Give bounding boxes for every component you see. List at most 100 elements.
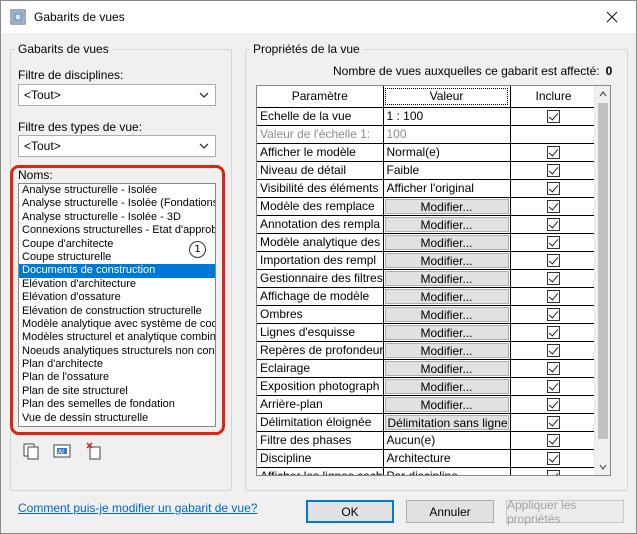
duplicate-icon[interactable] <box>22 442 40 460</box>
delete-icon[interactable] <box>85 442 103 460</box>
edit-button[interactable]: Modifier... <box>384 324 509 340</box>
include-checkbox[interactable] <box>547 146 560 160</box>
parameter-cell: Valeur de l'échelle 1: <box>257 125 384 144</box>
property-row[interactable]: Modèle analytique des Modifier... <box>257 233 598 252</box>
column-header-include[interactable]: Inclure <box>510 86 598 108</box>
property-row[interactable]: Niveau de détail Faible <box>257 161 598 180</box>
column-header-value[interactable]: Valeur <box>383 86 511 108</box>
template-list-item[interactable]: Documents de construction <box>19 264 215 278</box>
cancel-button[interactable]: Annuler <box>406 500 494 523</box>
property-row[interactable]: Afficher le modèle Normal(e) <box>257 143 598 162</box>
include-cell <box>510 305 598 324</box>
template-list-item[interactable]: Plan d'architecte <box>19 358 215 371</box>
include-checkbox[interactable] <box>547 164 560 178</box>
include-checkbox[interactable] <box>547 272 560 286</box>
edit-button[interactable]: Modifier... <box>384 234 509 250</box>
property-row[interactable]: Annotation des rempla Modifier... <box>257 215 598 234</box>
property-row[interactable]: Arrière-plan Modifier... <box>257 395 598 414</box>
include-checkbox[interactable] <box>547 254 560 268</box>
include-checkbox[interactable] <box>547 218 560 232</box>
include-checkbox[interactable] <box>547 344 560 358</box>
discipline-filter-dropdown[interactable]: <Tout> <box>18 84 216 106</box>
property-row[interactable]: Gestionnaire des filtres Modifier... <box>257 269 598 288</box>
edit-button[interactable]: Délimitation sans ligne <box>384 414 509 430</box>
edit-button[interactable]: Modifier... <box>384 198 509 214</box>
include-checkbox[interactable] <box>547 326 560 340</box>
property-row[interactable]: Eclairage Modifier... <box>257 359 598 378</box>
view-type-filter-dropdown[interactable]: <Tout> <box>18 135 216 157</box>
include-checkbox[interactable] <box>547 236 560 250</box>
include-checkbox[interactable] <box>547 398 560 412</box>
include-cell <box>510 341 598 360</box>
rename-icon[interactable]: AI <box>53 442 71 460</box>
template-list-item[interactable]: Coupe d'architecte <box>19 238 215 251</box>
edit-button[interactable]: Modifier... <box>384 252 509 268</box>
property-row[interactable]: Visibilité des éléments Afficher l'origin… <box>257 179 598 198</box>
include-checkbox[interactable] <box>547 362 560 376</box>
edit-button[interactable]: Modifier... <box>384 396 509 412</box>
template-list-item[interactable]: Elévation d'architecture <box>19 278 215 291</box>
property-row[interactable]: Lignes d'esquisse Modifier... <box>257 323 598 342</box>
property-row[interactable]: Discipline Architecture <box>257 449 598 468</box>
close-button[interactable] <box>592 1 632 33</box>
property-row[interactable]: Echelle de la vue 1 : 100 <box>257 107 598 126</box>
include-checkbox[interactable] <box>547 416 560 430</box>
template-list-item[interactable]: Plan de l'ossature <box>19 371 215 384</box>
template-list-item[interactable]: Plan des semelles de fondation <box>19 398 215 411</box>
edit-button[interactable]: Modifier... <box>384 342 509 358</box>
include-cell <box>510 431 598 450</box>
template-list-item[interactable]: Analyse structurelle - Isolée (Fondation… <box>19 197 215 210</box>
edit-button[interactable]: Modifier... <box>384 360 509 376</box>
template-list-item[interactable]: Modèle analytique avec système de coo <box>19 318 215 331</box>
include-checkbox[interactable] <box>547 182 560 196</box>
property-row[interactable]: Repères de profondeur Modifier... <box>257 341 598 360</box>
svg-text:AI: AI <box>58 449 64 456</box>
property-row[interactable]: Afficher les lignes cach Par discipline <box>257 467 598 475</box>
help-link[interactable]: Comment puis-je modifier un gabarit de v… <box>18 501 257 515</box>
template-list-item[interactable]: Noeuds analytiques structurels non conr <box>19 345 215 358</box>
template-list-item[interactable]: Analyse structurelle - Isolée - 3D <box>19 211 215 224</box>
template-names-list[interactable]: Analyse structurelle - Isolée Analyse str… <box>18 183 216 427</box>
column-header-parameter[interactable]: Paramètre <box>257 86 384 108</box>
value-cell: Modifier... <box>383 359 511 378</box>
property-row[interactable]: Modèle des remplace Modifier... <box>257 197 598 216</box>
property-row[interactable]: Délimitation éloignée Délimitation sans l… <box>257 413 598 432</box>
property-row[interactable]: Filtre des phases Aucun(e) <box>257 431 598 450</box>
properties-scrollbar[interactable] <box>594 86 610 475</box>
edit-button[interactable]: Modifier... <box>384 288 509 304</box>
template-list-item[interactable]: Analyse structurelle - Isolée <box>19 184 215 197</box>
template-list-item[interactable]: Coupe structurelle <box>19 251 215 264</box>
scroll-down-arrow-icon[interactable] <box>595 459 610 475</box>
include-checkbox[interactable] <box>547 308 560 322</box>
include-checkbox[interactable] <box>547 470 560 475</box>
template-list-item[interactable]: Modèles structurel et analytique combin <box>19 331 215 344</box>
include-checkbox[interactable] <box>547 200 560 214</box>
template-list-item[interactable]: Elévation d'ossature <box>19 291 215 304</box>
scrollbar-thumb[interactable] <box>598 103 608 439</box>
include-checkbox[interactable] <box>547 290 560 304</box>
template-list-item[interactable]: Elévation de construction structurelle <box>19 305 215 318</box>
value-cell: Faible <box>383 161 511 180</box>
property-row[interactable]: Exposition photograph Modifier... <box>257 377 598 396</box>
property-row[interactable]: Importation des rempl Modifier... <box>257 251 598 270</box>
ok-button[interactable]: OK <box>306 500 394 523</box>
property-row[interactable]: Affichage de modèle Modifier... <box>257 287 598 306</box>
property-row[interactable]: Valeur de l'échelle 1: 100 <box>257 125 598 144</box>
include-checkbox[interactable] <box>547 452 560 466</box>
edit-button[interactable]: Modifier... <box>384 216 509 232</box>
include-checkbox[interactable] <box>547 380 560 394</box>
scroll-up-arrow-icon[interactable] <box>595 86 610 102</box>
property-row[interactable]: Ombres Modifier... <box>257 305 598 324</box>
include-checkbox[interactable] <box>547 110 560 124</box>
include-checkbox[interactable] <box>547 434 560 448</box>
value-cell: Modifier... <box>383 197 511 216</box>
value-cell: Aucun(e) <box>383 431 511 450</box>
template-list-item[interactable]: Plan de site structurel <box>19 385 215 398</box>
edit-button[interactable]: Modifier... <box>384 270 509 286</box>
apply-properties-button[interactable]: Appliquer les propriétés <box>506 498 624 526</box>
template-list-item[interactable]: Vue de dessin structurelle <box>19 412 215 425</box>
template-list-item[interactable]: Connexions structurelles - Etat d'approb <box>19 224 215 237</box>
edit-button[interactable]: Modifier... <box>384 306 509 322</box>
assigned-views-count-value: 0 <box>605 64 613 78</box>
edit-button[interactable]: Modifier... <box>384 378 509 394</box>
